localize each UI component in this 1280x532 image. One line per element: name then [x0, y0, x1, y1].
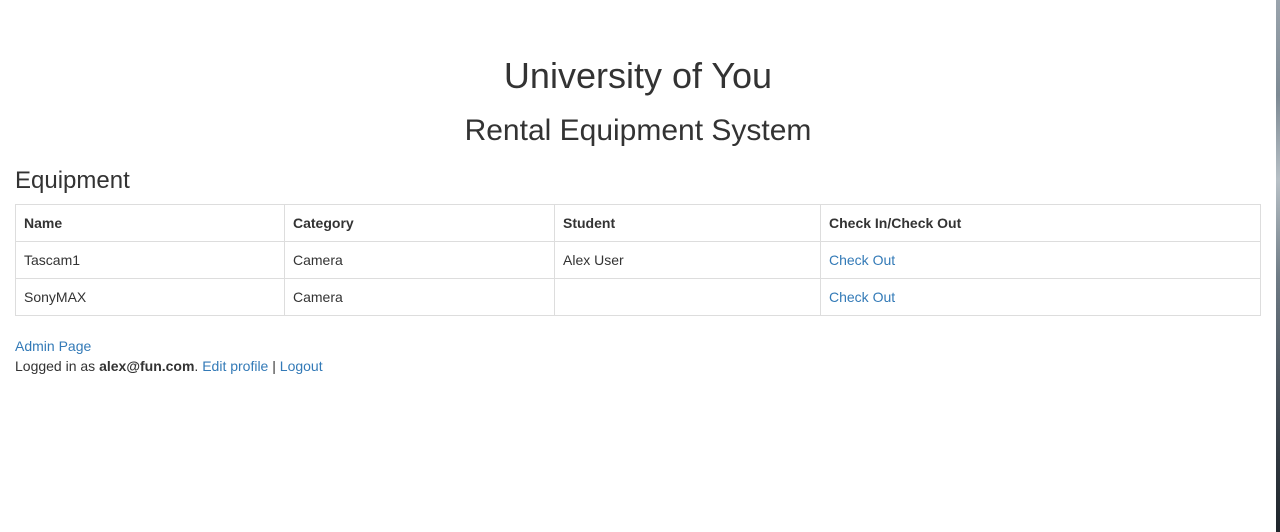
admin-page-link[interactable]: Admin Page [15, 338, 91, 354]
table-header-row: Name Category Student Check In/Check Out [15, 204, 1261, 242]
equipment-student-cell: Alex User [554, 241, 821, 279]
check-in-out-cell: Check Out [820, 241, 1261, 279]
equipment-name-cell: SonyMAX [15, 278, 285, 316]
equipment-table: Name Category Student Check In/Check Out… [15, 204, 1261, 316]
check-out-link[interactable]: Check Out [829, 252, 895, 268]
check-in-out-cell: Check Out [820, 278, 1261, 316]
table-row: SonyMAX Camera Check Out [15, 278, 1261, 316]
user-email: alex@fun.com [99, 358, 195, 374]
page-content: University of You Rental Equipment Syste… [0, 0, 1276, 532]
equipment-section-title: Equipment [15, 167, 130, 194]
admin-link-line: Admin Page [15, 336, 323, 356]
equipment-student-cell [554, 278, 821, 316]
link-separator: | [272, 358, 276, 374]
logged-in-label: Logged in as [15, 358, 100, 374]
column-header-category: Category [284, 204, 555, 242]
column-header-check-in-out: Check In/Check Out [820, 204, 1261, 242]
site-title: University of You [503, 55, 773, 96]
logout-link[interactable]: Logout [280, 358, 323, 374]
equipment-category-cell: Camera [284, 278, 555, 316]
column-header-name: Name [15, 204, 285, 242]
table-row: Tascam1 Camera Alex User Check Out [15, 241, 1261, 279]
column-header-student: Student [554, 204, 821, 242]
equipment-name-cell: Tascam1 [15, 241, 285, 279]
check-out-link[interactable]: Check Out [829, 289, 895, 305]
footer: Admin Page Logged in as alex@fun.com. Ed… [15, 336, 323, 376]
equipment-category-cell: Camera [284, 241, 555, 279]
site-subtitle: Rental Equipment System [464, 114, 812, 147]
login-status-line: Logged in as alex@fun.com. Edit profile … [15, 356, 323, 376]
desktop-background-edge [1276, 0, 1280, 532]
edit-profile-link[interactable]: Edit profile [202, 358, 268, 374]
period-text: . [194, 358, 199, 374]
